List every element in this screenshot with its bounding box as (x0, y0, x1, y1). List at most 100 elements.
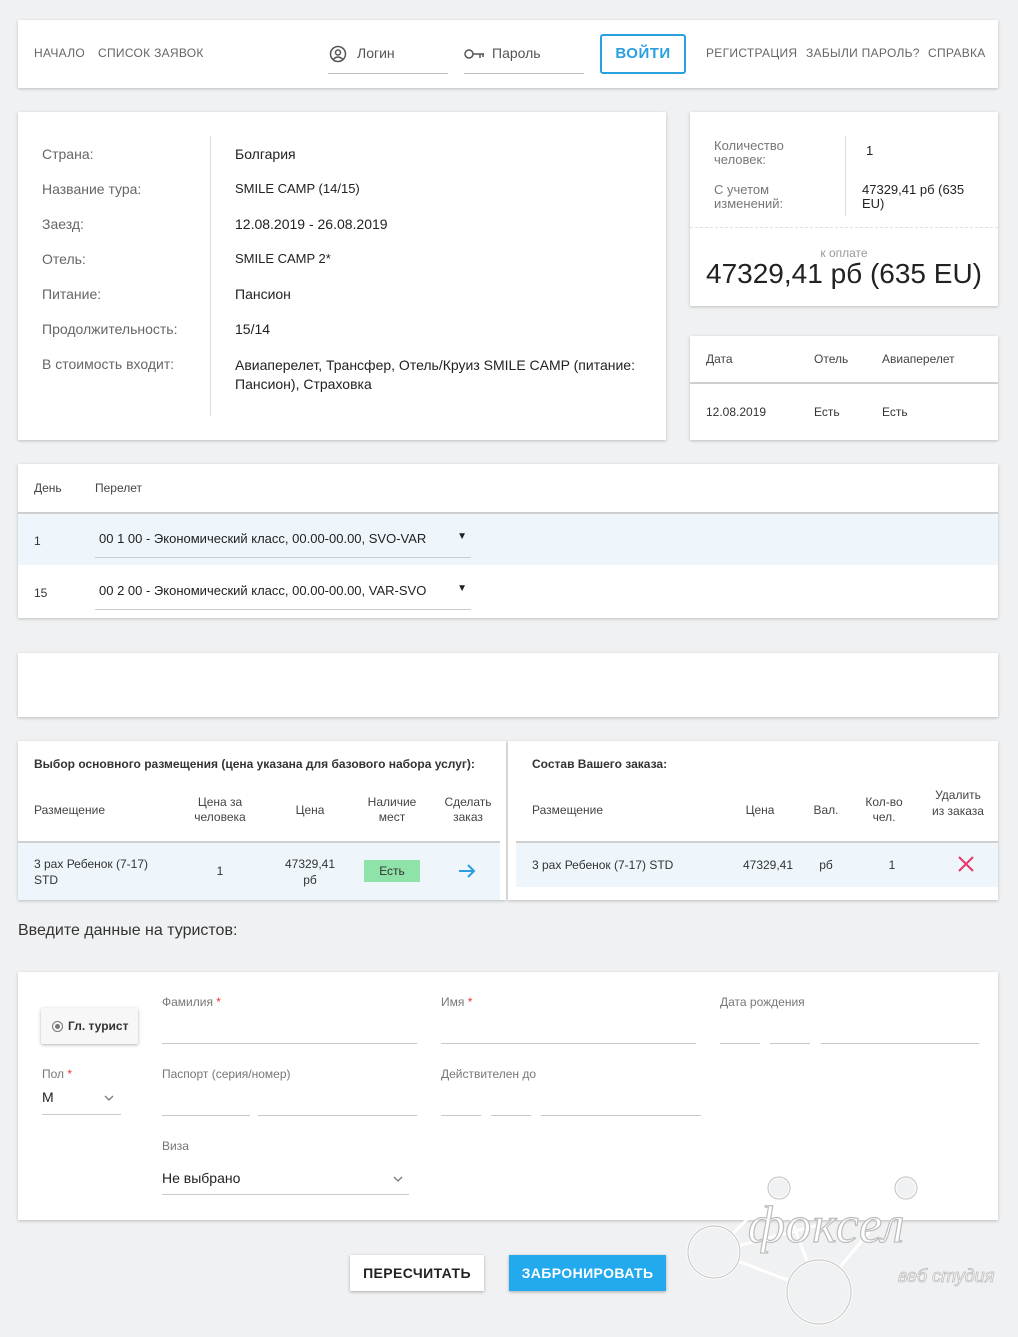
accommodation-table: Выбор основного размещения (цена указана… (18, 741, 506, 900)
empty-panel (18, 653, 998, 717)
passport-label: Паспорт (серия/номер) (162, 1067, 291, 1081)
acc-price: 47329,41 рб (284, 857, 336, 887)
country-label: Страна: (42, 146, 94, 162)
dates-header-line (690, 382, 998, 384)
nav-register-link[interactable]: РЕГИСТРАЦИЯ (706, 46, 797, 60)
valid-month-input[interactable] (491, 1115, 531, 1116)
login-button[interactable]: ВОЙТИ (600, 34, 686, 74)
with-changes-value: 47329,41 рб (635 EU) (862, 182, 965, 211)
hotel-label: Отель: (42, 251, 86, 267)
passport-number-input[interactable] (258, 1115, 417, 1116)
flight-select[interactable]: 00 2 00 - Экономический класс, 00.00-00.… (95, 579, 471, 610)
visa-select-value: Не выбрано (162, 1170, 241, 1186)
arrow-right-icon[interactable] (458, 863, 476, 879)
nav-requests-link[interactable]: СПИСОК ЗАЯВОК (98, 46, 204, 60)
nav-home-link[interactable]: НАЧАЛО (34, 46, 85, 60)
flights-col-day: День (34, 481, 62, 495)
accommodation-title: Выбор основного размещения (цена указана… (34, 757, 475, 771)
tour-name-label: Название тура: (42, 181, 142, 197)
recalculate-button[interactable]: ПЕРЕСЧИТАТЬ (350, 1255, 484, 1291)
people-count-value: 1 (866, 143, 874, 158)
visa-label: Виза (162, 1139, 189, 1153)
country-value: Болгария (235, 146, 296, 162)
dropdown-arrow-icon: ▼ (457, 531, 467, 542)
valid-year-input[interactable] (541, 1115, 701, 1116)
password-field[interactable]: Пароль (464, 40, 584, 74)
login-placeholder: Логин (357, 45, 395, 61)
main-tourist-button[interactable]: Гл. турист (41, 1008, 138, 1044)
order-count: 1 (888, 858, 896, 872)
sex-select-value: М (42, 1089, 54, 1105)
order-currency: рб (819, 858, 833, 872)
summary-dashed-divider (690, 227, 998, 228)
valid-day-input[interactable] (441, 1115, 481, 1116)
sex-label: Пол * (42, 1067, 73, 1081)
watermark-sub: веб студия (898, 1266, 995, 1287)
flight-select[interactable]: 00 1 00 - Экономический класс, 00.00-00.… (95, 527, 471, 558)
valid-until-label: Действителен до (441, 1067, 537, 1081)
dates-row-date: 12.08.2019 (706, 405, 767, 419)
acc-placement: 3 pax Ребенок (7-17) STD (34, 857, 149, 887)
availability-badge: Есть (364, 860, 420, 882)
key-icon (464, 49, 484, 59)
included-value: Авиаперелет, Трансфер, Отель/Круиз SMILE… (235, 357, 635, 392)
acc-col-order: Сделать заказ (444, 795, 492, 824)
book-button[interactable]: ЗАБРОНИРОВАТЬ (509, 1255, 666, 1291)
chevron-down-icon (104, 1095, 114, 1101)
order-col-placement: Размещение (532, 803, 603, 817)
table-row: 3 pax Ребенок (7-17) STD 47329,41 рб 1 (516, 843, 998, 887)
login-field[interactable]: Логин (328, 40, 448, 74)
price-summary-card: Количество человек: 1 С учетом изменений… (690, 112, 998, 306)
duration-label: Продолжительность: (42, 321, 178, 337)
password-underline (464, 73, 584, 74)
password-placeholder: Пароль (492, 45, 541, 61)
birth-year-input[interactable] (821, 1043, 979, 1044)
login-underline (328, 73, 448, 74)
included-label: В стоимость входит: (42, 356, 175, 372)
checkin-value: 12.08.2019 - 26.08.2019 (235, 216, 388, 232)
tourists-heading: Введите данные на туристов: (18, 922, 238, 939)
dates-col-flight: Авиаперелет (882, 352, 955, 366)
birth-month-input[interactable] (770, 1043, 810, 1044)
hotel-link[interactable]: SMILE CAMP 2* (235, 251, 331, 266)
meals-value: Пансион (235, 286, 291, 302)
people-count-label: Количество человек: (714, 138, 784, 167)
delete-x-icon[interactable] (957, 855, 975, 873)
order-col-currency: Вал. (813, 803, 839, 817)
main-tourist-label: Гл. турист (68, 1019, 129, 1033)
dates-table: Дата Отель Авиаперелет 12.08.2019 Есть Е… (690, 336, 998, 440)
birth-day-input[interactable] (720, 1043, 760, 1044)
order-price: 47329,41 (742, 858, 794, 872)
acc-per-person: 1 (216, 864, 224, 878)
radio-icon (52, 1021, 63, 1032)
surname-input[interactable] (162, 1043, 417, 1044)
dates-row-flight: Есть (882, 405, 908, 419)
surname-label: Фамилия * (162, 995, 221, 1009)
order-placement: 3 pax Ребенок (7-17) STD (532, 858, 674, 872)
order-col-delete: Удалить из заказа (932, 788, 984, 818)
visa-select[interactable]: Не выбрано (162, 1162, 409, 1195)
nav-forgot-password-link[interactable]: ЗАБЫЛИ ПАРОЛЬ? (806, 46, 920, 60)
order-col-count: Кол-во чел. (865, 795, 903, 824)
name-input[interactable] (441, 1043, 696, 1044)
table-row: 1 00 1 00 - Экономический класс, 00.00-0… (18, 514, 998, 565)
tour-name-link[interactable]: SMILE CAMP (14/15) (235, 181, 360, 196)
flights-col-flight: Перелет (95, 481, 143, 495)
table-row: 15 00 2 00 - Экономический класс, 00.00-… (18, 566, 998, 617)
duration-value: 15/14 (235, 321, 271, 337)
meals-label: Питание: (42, 286, 102, 302)
acc-col-placement: Размещение (34, 803, 105, 817)
chevron-down-icon (393, 1176, 403, 1182)
order-title: Состав Вашего заказа: (532, 757, 668, 771)
table-row: 3 pax Ребенок (7-17) STD 1 47329,41 рб Е… (18, 843, 500, 900)
passport-series-input[interactable] (162, 1115, 250, 1116)
acc-col-availability: Наличие мест (367, 795, 417, 824)
summary-divider (845, 136, 846, 216)
birth-date-label: Дата рождения (720, 995, 805, 1009)
to-pay-value: 47329,41 рб (635 EU) (706, 258, 982, 289)
nav-help-link[interactable]: СПРАВКА (928, 46, 986, 60)
sex-select[interactable]: М (42, 1082, 121, 1115)
name-label: Имя * (441, 995, 473, 1009)
user-icon (329, 45, 347, 63)
flight-select-value: 00 1 00 - Экономический класс, 00.00-00.… (99, 531, 427, 546)
